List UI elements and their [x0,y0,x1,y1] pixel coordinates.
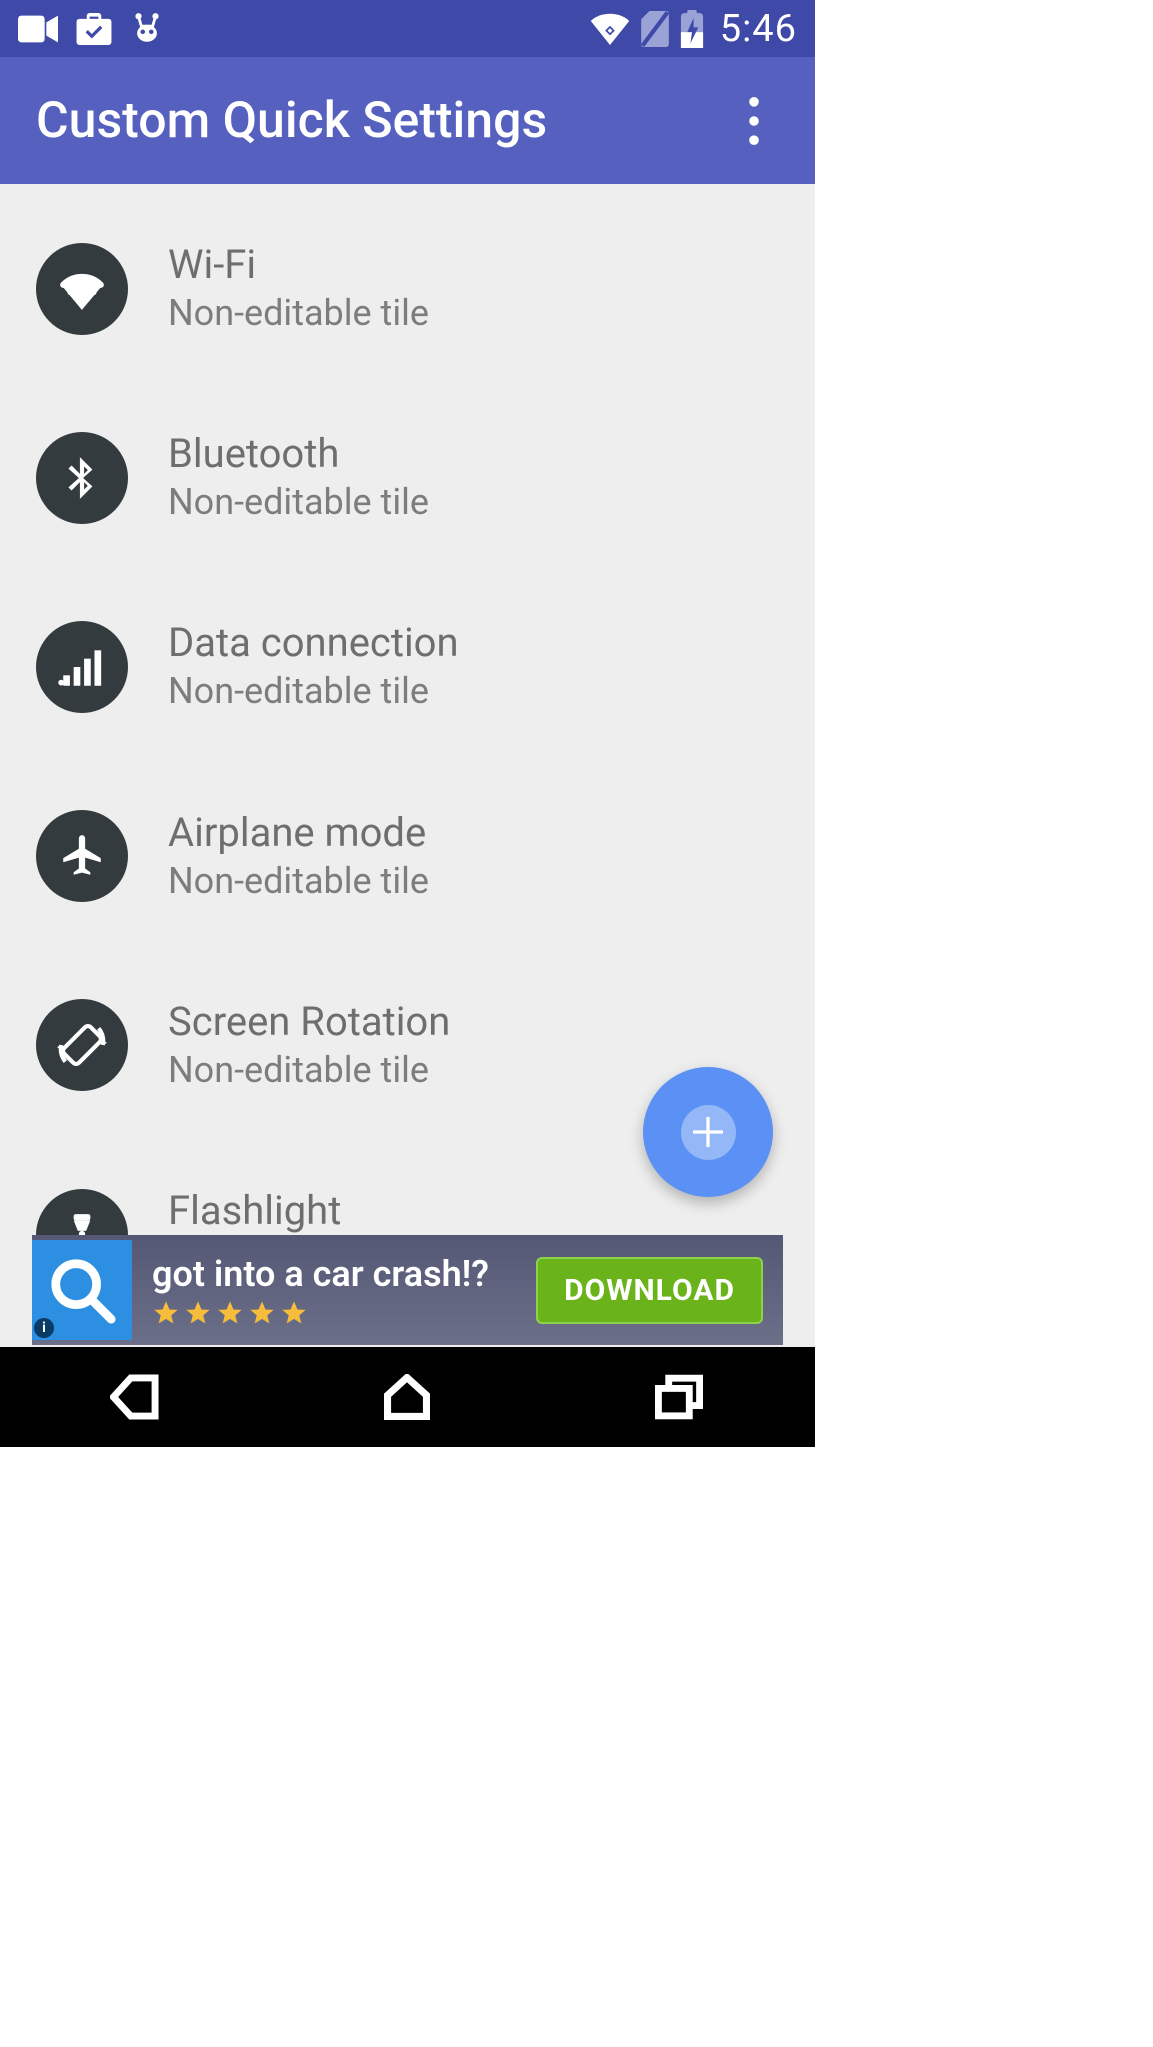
tile-title: Screen Rotation [168,999,450,1045]
tile-title: Flashlight [168,1188,429,1234]
tile-title: Bluetooth [168,431,429,477]
bluetooth-icon [36,432,128,524]
app-title: Custom Quick Settings [36,92,547,150]
wifi-status-icon [590,13,630,45]
rotation-icon [36,999,128,1091]
tile-title: Airplane mode [168,810,429,856]
tile-subtitle: Non-editable tile [168,670,459,713]
ad-app-icon: i [32,1240,132,1340]
star-icon [216,1299,244,1327]
tile-subtitle: Non-editable tile [168,481,429,524]
status-bar: 5:46 [0,0,815,57]
tile-row-bluetooth[interactable]: BluetoothNon-editable tile [0,407,815,548]
no-sim-icon [640,11,670,47]
star-icon [152,1299,180,1327]
tile-title: Wi-Fi [168,242,429,288]
ad-banner[interactable]: i got into a car crash!? DOWNLOAD [32,1235,783,1345]
tile-row-wifi[interactable]: Wi-FiNon-editable tile [0,218,815,359]
ad-rating-stars [152,1299,516,1327]
nav-home-button[interactable] [347,1367,467,1427]
nav-back-button[interactable] [76,1367,196,1427]
signal-icon [36,621,128,713]
briefcase-check-icon [76,13,112,45]
plus-icon [681,1105,736,1160]
tile-title: Data connection [168,620,459,666]
overflow-menu-button[interactable] [729,86,779,156]
ad-download-button[interactable]: DOWNLOAD [536,1257,763,1324]
ad-text: got into a car crash!? [152,1253,516,1327]
cyanogen-icon [130,12,164,46]
ad-headline: got into a car crash!? [152,1253,516,1295]
status-time: 5:46 [720,7,797,51]
star-icon [280,1299,308,1327]
tile-subtitle: Non-editable tile [168,1049,450,1092]
navigation-bar [0,1347,815,1447]
battery-charging-icon [680,10,704,48]
video-recording-icon [18,15,58,43]
app-bar: Custom Quick Settings [0,57,815,184]
ad-info-icon: i [34,1318,54,1338]
nav-recents-button[interactable] [619,1367,739,1427]
tile-subtitle: Non-editable tile [168,292,429,335]
wifi-icon [36,243,128,335]
airplane-icon [36,810,128,902]
add-tile-fab[interactable] [643,1067,773,1197]
tile-row-airplane[interactable]: Airplane modeNon-editable tile [0,786,815,927]
tile-row-signal[interactable]: Data connectionNon-editable tile [0,596,815,737]
star-icon [184,1299,212,1327]
star-icon [248,1299,276,1327]
tile-subtitle: Non-editable tile [168,860,429,903]
